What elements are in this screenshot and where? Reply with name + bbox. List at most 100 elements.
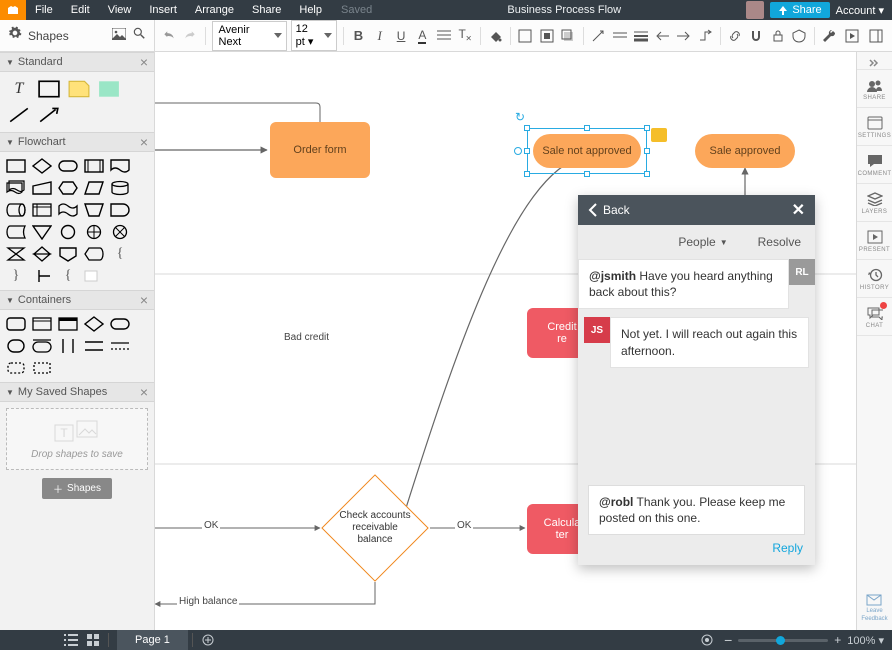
ct-dash-h[interactable] — [110, 338, 130, 354]
user-avatar[interactable] — [746, 1, 764, 19]
ct-pill[interactable] — [110, 316, 130, 332]
zoom-fit-icon[interactable] — [696, 630, 718, 650]
fc-or[interactable] — [84, 224, 104, 240]
node-sale-approved[interactable]: Sale approved — [695, 134, 795, 168]
comment-back-button[interactable]: Back — [588, 203, 630, 217]
ct-dash-box2[interactable] — [32, 360, 52, 376]
ct-swim-h[interactable] — [84, 338, 104, 354]
section-flowchart[interactable]: ▼Flowchart× — [0, 132, 154, 152]
undo-icon[interactable] — [160, 26, 177, 46]
ct-round[interactable] — [6, 338, 26, 354]
fc-tape[interactable] — [58, 202, 78, 218]
rail-chat[interactable]: CHAT — [857, 298, 892, 336]
line-style-icon[interactable] — [611, 26, 628, 46]
comment-resolve-button[interactable]: Resolve — [758, 235, 801, 249]
menu-arrange[interactable]: Arrange — [186, 4, 243, 16]
saved-shapes-dropzone[interactable]: T Drop shapes to save — [6, 408, 148, 470]
hotspot-shape[interactable] — [98, 80, 120, 98]
ct-swim-v[interactable] — [58, 338, 78, 354]
ct-dash-box[interactable] — [6, 360, 26, 376]
fc-database[interactable] — [110, 180, 130, 196]
fill-icon[interactable] — [487, 26, 504, 46]
ct-header[interactable] — [32, 316, 52, 332]
shadow-icon[interactable] — [559, 26, 576, 46]
rail-present[interactable]: PRESENT — [857, 222, 892, 260]
text-align-icon[interactable] — [435, 26, 452, 46]
fc-manual-input[interactable] — [32, 180, 52, 196]
ct-header2[interactable] — [58, 316, 78, 332]
rail-layers[interactable]: LAYERS — [857, 184, 892, 222]
line-route-icon[interactable] — [696, 26, 713, 46]
fc-note-left[interactable]: { — [58, 268, 78, 284]
comment-input[interactable]: @robl Thank you. Please keep me posted o… — [588, 485, 805, 535]
shapes-image-icon[interactable] — [112, 27, 126, 45]
ct-diamond[interactable] — [84, 316, 104, 332]
bold-icon[interactable]: B — [350, 26, 367, 46]
note-shape[interactable] — [68, 80, 90, 98]
fc-brace-left[interactable]: { — [110, 246, 130, 262]
border-style-icon[interactable] — [538, 26, 555, 46]
arrow-start-icon[interactable] — [654, 26, 671, 46]
rail-history[interactable]: HISTORY — [857, 260, 892, 298]
fc-brace-right[interactable]: } — [6, 268, 26, 284]
close-icon[interactable]: × — [140, 134, 148, 150]
rotate-handle-icon[interactable]: ↻ — [515, 110, 525, 124]
fc-collate[interactable] — [6, 246, 26, 262]
close-icon[interactable]: × — [140, 292, 148, 308]
font-family-select[interactable]: Avenir Next — [212, 21, 287, 51]
fc-delay[interactable] — [110, 202, 130, 218]
fc-direct[interactable] — [6, 202, 26, 218]
magnet-icon[interactable] — [748, 26, 765, 46]
fc-sum[interactable] — [110, 224, 130, 240]
fc-multidoc[interactable] — [6, 180, 26, 196]
master-icon[interactable] — [790, 26, 807, 46]
grid-view-icon[interactable] — [82, 630, 104, 650]
share-button[interactable]: Share — [770, 2, 829, 18]
wrench-icon[interactable] — [821, 26, 838, 46]
link-icon[interactable] — [726, 26, 743, 46]
comment-reply-button[interactable]: Reply — [588, 535, 805, 555]
comment-close-icon[interactable]: ✕ — [792, 200, 805, 220]
zoom-slider[interactable] — [738, 639, 828, 642]
document-title[interactable]: Business Process Flow — [382, 4, 746, 16]
rail-collapse-icon[interactable] — [857, 56, 892, 70]
menu-edit[interactable]: Edit — [62, 4, 99, 16]
shapes-search-icon[interactable] — [132, 26, 146, 45]
ct-rounded[interactable] — [6, 316, 26, 332]
zoom-level[interactable]: 100% ▾ — [847, 634, 884, 647]
canvas[interactable]: Order form Sale not approved ↻ Sale appr… — [155, 52, 856, 630]
section-containers[interactable]: ▼Containers× — [0, 290, 154, 310]
fc-decision[interactable] — [32, 158, 52, 174]
add-shapes-button[interactable]: ＋Shapes — [42, 478, 112, 499]
comment-marker-icon[interactable] — [651, 128, 667, 142]
fc-offpage[interactable] — [58, 246, 78, 262]
border-icon[interactable] — [517, 26, 534, 46]
rail-share[interactable]: SHARE — [857, 70, 892, 108]
underline-icon[interactable]: U — [392, 26, 409, 46]
fc-document[interactable] — [110, 158, 130, 174]
menu-help[interactable]: Help — [290, 4, 331, 16]
arrow-shape[interactable] — [38, 106, 60, 124]
rail-comment[interactable]: COMMENT — [857, 146, 892, 184]
fc-data[interactable] — [84, 180, 104, 196]
node-order-form[interactable]: Order form — [270, 122, 370, 178]
outline-view-icon[interactable] — [60, 630, 82, 650]
fc-internal[interactable] — [32, 202, 52, 218]
present-icon[interactable] — [842, 26, 862, 46]
clear-format-icon[interactable]: T× — [456, 26, 473, 46]
shapes-settings-icon[interactable] — [8, 26, 22, 45]
line-icon[interactable] — [590, 26, 607, 46]
redo-icon[interactable] — [181, 26, 198, 46]
account-menu[interactable]: Account ▾ — [836, 4, 884, 17]
text-color-icon[interactable]: A — [414, 26, 431, 46]
menu-file[interactable]: File — [26, 4, 62, 16]
fc-terminator[interactable] — [58, 158, 78, 174]
fc-note-indicator[interactable] — [32, 268, 52, 284]
lock-icon[interactable] — [769, 26, 786, 46]
arrow-end-icon[interactable] — [675, 26, 692, 46]
panels-icon[interactable] — [866, 26, 886, 46]
fc-stored[interactable] — [6, 224, 26, 240]
italic-icon[interactable]: I — [371, 26, 388, 46]
fc-display[interactable] — [84, 246, 104, 262]
ct-brace-group[interactable] — [32, 338, 52, 354]
